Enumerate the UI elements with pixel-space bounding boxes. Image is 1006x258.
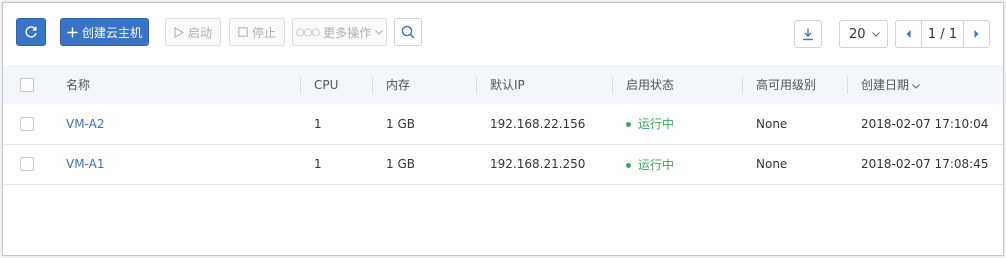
column-header-memory[interactable]: 内存 <box>372 65 476 104</box>
column-header-cpu-label: CPU <box>314 77 339 92</box>
refresh-icon <box>25 26 37 38</box>
ha-cell: None <box>756 116 788 131</box>
chevron-down-icon <box>912 84 920 89</box>
column-separator <box>300 76 301 94</box>
start-button[interactable]: 启动 <box>165 18 221 46</box>
stop-button[interactable]: 停止 <box>229 18 285 46</box>
row-checkbox[interactable] <box>20 117 34 131</box>
table-row[interactable]: VM-A2 1 1 GB 192.168.22.156 运行中 None 201… <box>3 104 1003 144</box>
ip-cell: 192.168.21.250 <box>490 157 586 171</box>
start-label: 启动 <box>187 25 212 40</box>
download-button[interactable] <box>794 20 822 48</box>
search-button[interactable] <box>394 18 422 46</box>
column-header-ha[interactable]: 高可用级别 <box>742 65 847 104</box>
created-cell: 2018-02-07 17:08:45 <box>861 157 989 171</box>
vm-table: 名称 CPU 内存 默认IP 启用状态 高可用级别 创建日期 VM-A2 1 1… <box>3 65 1003 185</box>
memory-cell: 1 GB <box>386 116 415 131</box>
select-all-checkbox[interactable] <box>20 77 34 92</box>
column-separator <box>476 76 477 94</box>
column-header-created[interactable]: 创建日期 <box>847 65 1003 104</box>
ha-cell: None <box>756 157 788 171</box>
column-separator <box>372 76 373 94</box>
vm-name-link[interactable]: VM-A1 <box>66 157 104 171</box>
play-icon <box>174 26 184 38</box>
pagination: 1 / 1 <box>895 20 990 48</box>
next-page-button[interactable] <box>963 21 989 47</box>
create-vm-label: 创建云主机 <box>81 25 142 40</box>
chevron-left-icon <box>906 30 911 38</box>
chevron-down-icon <box>871 31 880 37</box>
chevron-down-icon <box>375 29 383 35</box>
column-header-ip-label: 默认IP <box>490 78 525 92</box>
table-header: 名称 CPU 内存 默认IP 启用状态 高可用级别 创建日期 <box>3 65 1003 104</box>
row-select-cell <box>3 104 52 144</box>
chevron-right-icon <box>974 30 979 38</box>
status-text: 运行中 <box>638 157 675 172</box>
more-actions-button[interactable]: ○○○ 更多操作 <box>292 18 387 46</box>
vm-name-link[interactable]: VM-A2 <box>66 117 104 131</box>
plus-icon <box>67 27 78 37</box>
column-separator <box>742 76 743 94</box>
select-all-cell <box>3 65 52 104</box>
stop-label: 停止 <box>251 25 276 40</box>
vm-list-panel: 创建云主机 启动 停止 ○○○ 更多操作 20 1 / 1 名称 CPU 内存 … <box>2 2 1004 256</box>
column-header-created-label: 创建日期 <box>861 78 910 92</box>
dots-icon: ○○○ <box>295 26 320 38</box>
column-separator <box>847 76 848 94</box>
column-header-status-label: 启用状态 <box>626 78 675 92</box>
row-checkbox[interactable] <box>20 157 34 172</box>
column-header-cpu[interactable]: CPU <box>300 65 372 104</box>
status-cell: 运行中 <box>612 144 742 184</box>
memory-cell: 1 GB <box>386 157 415 171</box>
status-cell: 运行中 <box>612 104 742 144</box>
more-actions-label: 更多操作 <box>323 25 372 40</box>
column-header-ha-label: 高可用级别 <box>756 78 817 92</box>
status-dot-icon <box>626 122 631 128</box>
status-text: 运行中 <box>638 117 675 132</box>
column-header-memory-label: 内存 <box>386 78 411 92</box>
prev-page-button[interactable] <box>896 21 922 47</box>
status-dot-icon <box>626 162 631 168</box>
table-row[interactable]: VM-A1 1 1 GB 192.168.21.250 运行中 None 201… <box>3 144 1003 184</box>
column-header-name[interactable]: 名称 <box>52 65 300 104</box>
search-icon <box>401 25 415 39</box>
ip-cell: 192.168.22.156 <box>490 116 586 131</box>
stop-icon <box>238 27 248 37</box>
download-icon <box>803 28 813 40</box>
column-header-ip[interactable]: 默认IP <box>476 65 612 104</box>
page-size-select[interactable]: 20 <box>839 20 888 48</box>
cpu-cell: 1 <box>314 157 322 171</box>
column-separator <box>612 76 613 94</box>
page-info: 1 / 1 <box>927 26 958 42</box>
column-header-status[interactable]: 启用状态 <box>612 65 742 104</box>
page-size-value: 20 <box>849 26 866 42</box>
created-cell: 2018-02-07 17:10:04 <box>861 116 989 131</box>
create-vm-button[interactable]: 创建云主机 <box>60 18 149 46</box>
cpu-cell: 1 <box>314 116 322 131</box>
row-select-cell <box>3 144 52 184</box>
refresh-button[interactable] <box>16 18 46 46</box>
toolbar: 创建云主机 启动 停止 ○○○ 更多操作 20 1 / 1 <box>3 3 1003 65</box>
